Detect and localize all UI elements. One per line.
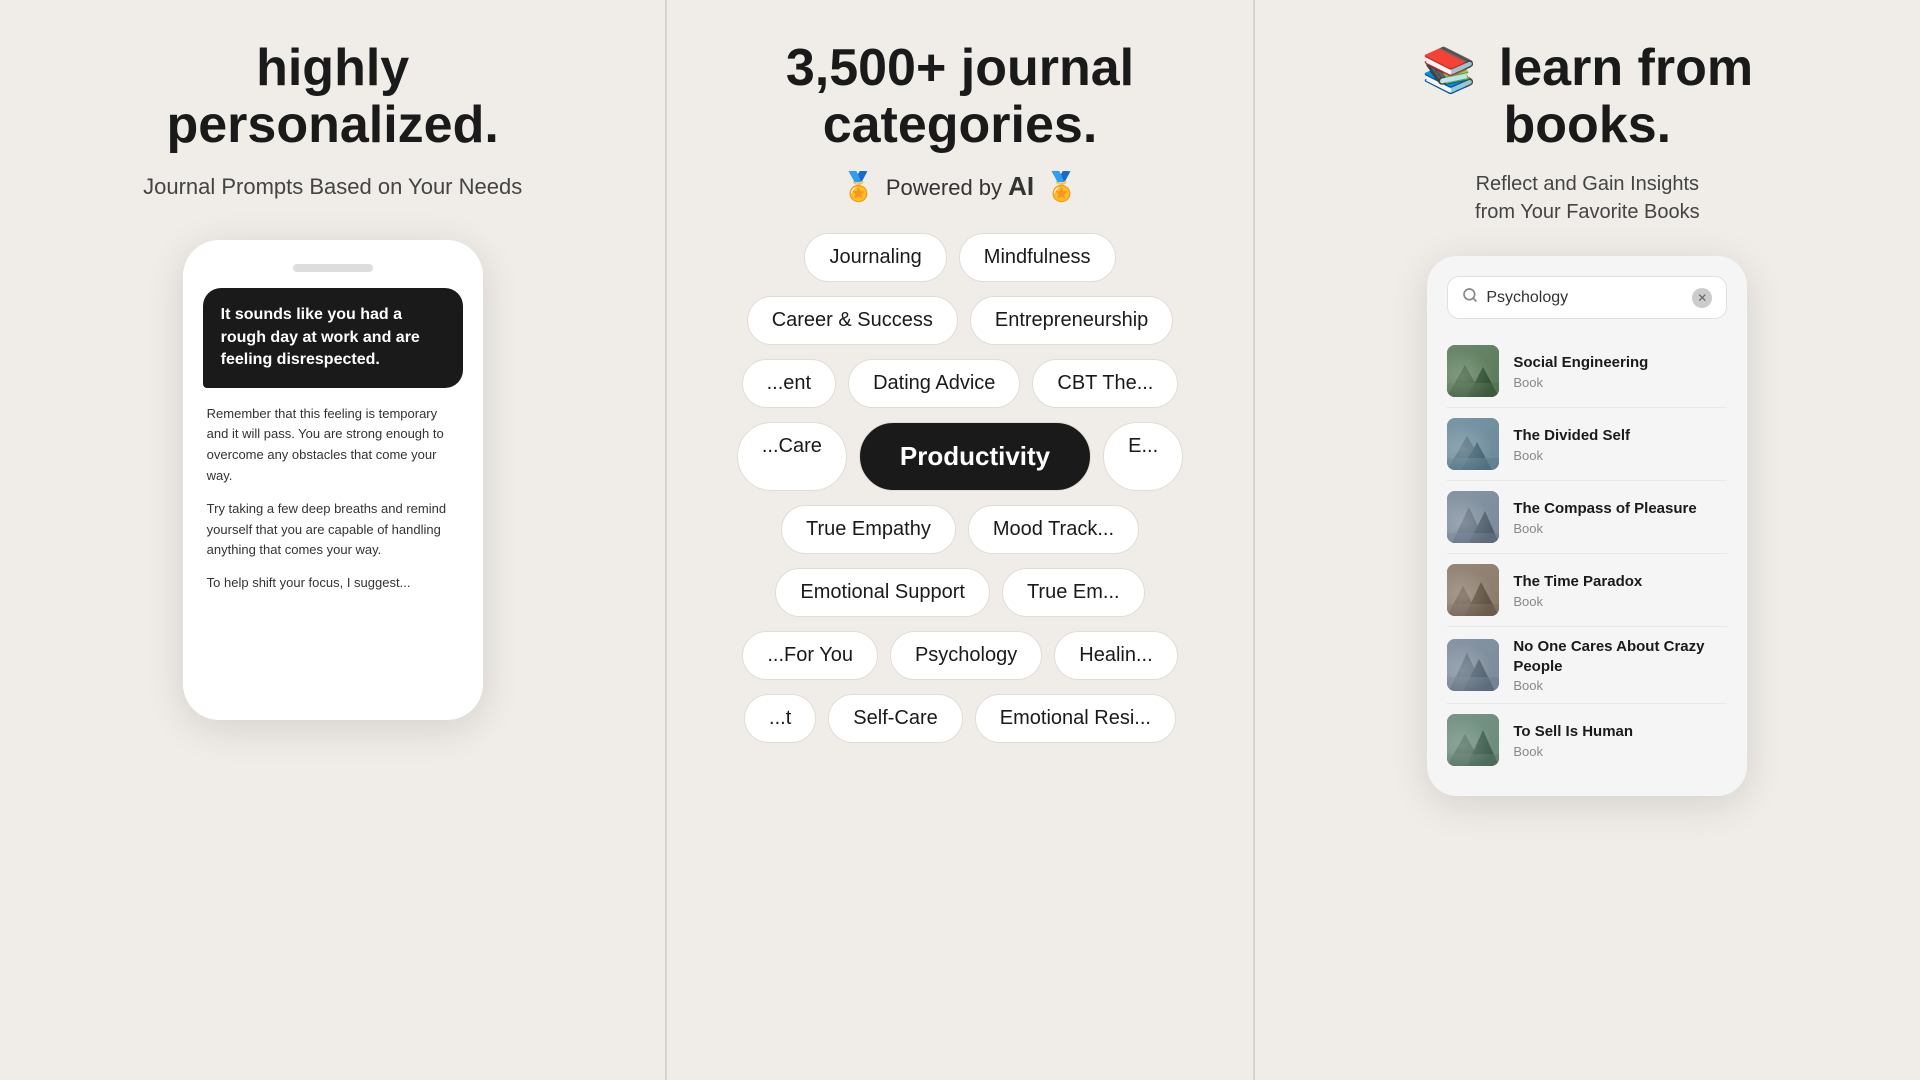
tag-career: Career & Success — [747, 296, 958, 345]
chat-body: Remember that this feeling is temporary … — [203, 404, 463, 594]
tag-e: E... — [1103, 422, 1183, 491]
tag-dating-advice: Dating Advice — [848, 359, 1020, 408]
tags-row-4: ...Care Productivity E... — [667, 422, 1252, 491]
phone-mockup: It sounds like you had a rough day at wo… — [183, 240, 483, 720]
tag-emotional-support: Emotional Support — [775, 568, 990, 617]
tag-true-empathy: True Empathy — [781, 505, 956, 554]
books-phone: Psychology ✕ Social Engin — [1427, 256, 1747, 796]
book-list: Social Engineering Book — [1447, 335, 1727, 776]
book-item-4: The Time Paradox Book — [1447, 554, 1727, 627]
book-title-1: Social Engineering — [1513, 353, 1727, 373]
book-info-6: To Sell Is Human Book — [1513, 722, 1727, 759]
book-cover-1 — [1447, 345, 1499, 397]
tag-t: ...t — [744, 694, 816, 743]
book-title-6: To Sell Is Human — [1513, 722, 1727, 742]
book-cover-5 — [1447, 639, 1499, 691]
tag-journaling: Journaling — [804, 233, 946, 282]
book-cover-2 — [1447, 418, 1499, 470]
tag-mood: Mood Track... — [968, 505, 1139, 554]
tag-true-em: True Em... — [1002, 568, 1145, 617]
book-info-1: Social Engineering Book — [1513, 353, 1727, 390]
book-title-4: The Time Paradox — [1513, 572, 1727, 592]
search-value: Psychology — [1486, 289, 1684, 307]
books-icon: 📚 — [1422, 46, 1477, 95]
book-item-1: Social Engineering Book — [1447, 335, 1727, 408]
tags-row-3: ...ent Dating Advice CBT The... — [667, 359, 1252, 408]
tag-emotional-res: Emotional Resi... — [975, 694, 1176, 743]
tag-mindfulness: Mindfulness — [959, 233, 1116, 282]
book-info-2: The Divided Self Book — [1513, 426, 1727, 463]
panel-categories: 3,500+ journalcategories. 🏅 Powered by A… — [667, 0, 1252, 1080]
tag-productivity: Productivity — [859, 422, 1091, 491]
panel1-headline: highly personalized. — [167, 40, 499, 154]
book-type-1: Book — [1513, 375, 1727, 390]
tags-row-7: ...For You Psychology Healin... — [667, 631, 1252, 680]
panel-books: 📚 learn from books. Reflect and Gain Ins… — [1255, 0, 1920, 1080]
book-cover-3 — [1447, 491, 1499, 543]
tag-care: ...Care — [737, 422, 847, 491]
panel1-subheadline: Journal Prompts Based on Your Needs — [143, 174, 522, 200]
book-info-4: The Time Paradox Book — [1513, 572, 1727, 609]
book-item-5: No One Cares About Crazy People Book — [1447, 627, 1727, 704]
tags-row-8: ...t Self-Care Emotional Resi... — [667, 694, 1252, 743]
panel3-headline: 📚 learn from books. — [1422, 40, 1754, 154]
book-type-2: Book — [1513, 448, 1727, 463]
book-type-6: Book — [1513, 744, 1727, 759]
laurel-right-icon: 🏅 — [1044, 170, 1079, 203]
tag-self-care: Self-Care — [828, 694, 962, 743]
tags-row-5: True Empathy Mood Track... — [667, 505, 1252, 554]
tag-ent: ...ent — [742, 359, 836, 408]
book-type-4: Book — [1513, 594, 1727, 609]
book-info-5: No One Cares About Crazy People Book — [1513, 637, 1727, 693]
book-title-5: No One Cares About Crazy People — [1513, 637, 1727, 676]
book-cover-6 — [1447, 714, 1499, 766]
search-bar[interactable]: Psychology ✕ — [1447, 276, 1727, 319]
phone-notch — [293, 264, 373, 272]
tags-row-1: Journaling Mindfulness — [667, 233, 1252, 282]
book-cover-4 — [1447, 564, 1499, 616]
chat-bubble: It sounds like you had a rough day at wo… — [203, 288, 463, 387]
tags-row-6: Emotional Support True Em... — [667, 568, 1252, 617]
phone-top-bar — [203, 264, 463, 272]
book-item-2: The Divided Self Book — [1447, 408, 1727, 481]
tag-healing: Healin... — [1054, 631, 1177, 680]
book-title-3: The Compass of Pleasure — [1513, 499, 1727, 519]
laurel-left-icon: 🏅 — [841, 170, 876, 203]
ai-badge: 🏅 Powered by AI 🏅 — [841, 170, 1079, 203]
book-type-5: Book — [1513, 678, 1727, 693]
search-clear-button[interactable]: ✕ — [1692, 288, 1712, 308]
tag-entrepreneurship: Entrepreneurship — [970, 296, 1173, 345]
tag-for-you: ...For You — [742, 631, 878, 680]
panel-personalized: highly personalized. Journal Prompts Bas… — [0, 0, 665, 1080]
book-info-3: The Compass of Pleasure Book — [1513, 499, 1727, 536]
panel2-headline: 3,500+ journalcategories. — [746, 40, 1174, 154]
book-item-6: To Sell Is Human Book — [1447, 704, 1727, 776]
tag-cbt: CBT The... — [1032, 359, 1178, 408]
search-icon — [1462, 287, 1478, 308]
panel3-subheadline: Reflect and Gain Insights from Your Favo… — [1475, 170, 1700, 226]
tags-area: Journaling Mindfulness Career & Success … — [667, 233, 1252, 743]
tag-psychology: Psychology — [890, 631, 1042, 680]
book-item-3: The Compass of Pleasure Book — [1447, 481, 1727, 554]
tags-container: Journaling Mindfulness Career & Success … — [667, 233, 1252, 743]
book-title-2: The Divided Self — [1513, 426, 1727, 446]
book-type-3: Book — [1513, 521, 1727, 536]
ai-label: Powered by AI — [886, 171, 1034, 202]
tags-row-2: Career & Success Entrepreneurship — [667, 296, 1252, 345]
